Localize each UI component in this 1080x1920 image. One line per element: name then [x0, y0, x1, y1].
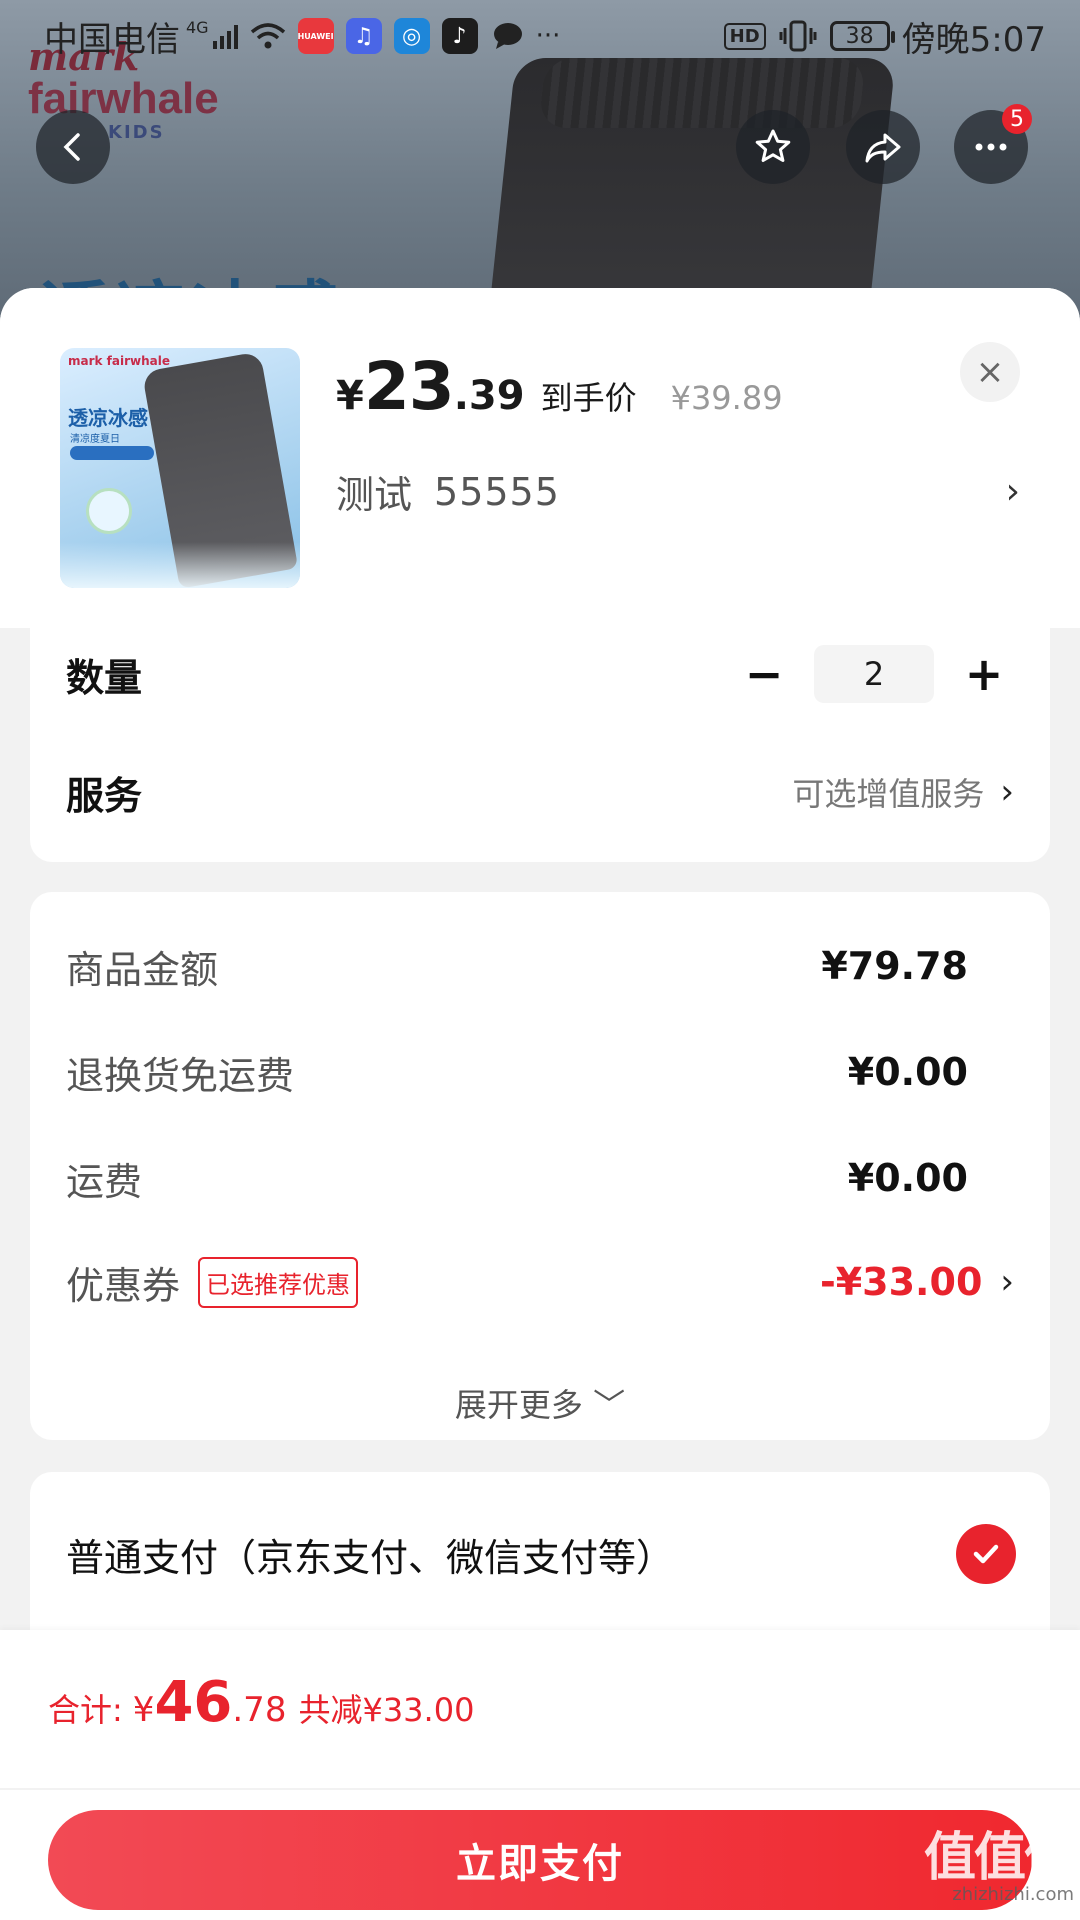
close-button[interactable]: × [960, 342, 1020, 402]
thumbnail-subtitle: 清凉度夏日 [70, 434, 120, 445]
chevron-right-icon: › [1000, 1262, 1014, 1302]
sku-selector[interactable]: 测试 55555 › [336, 464, 1020, 519]
watermark-logo: 值值值 [923, 1828, 1076, 1888]
coupon-label: 优惠券 [66, 1263, 181, 1308]
decrease-button[interactable]: − [734, 647, 794, 701]
checkmark-icon[interactable] [956, 1524, 1016, 1584]
battery-level: 38 [845, 23, 874, 49]
original-price: ¥39.89 [670, 379, 783, 417]
price-currency: ¥ [336, 373, 364, 419]
shipping-row: 运费 ¥0.00 [66, 1148, 1014, 1208]
quantity-service-card: 数量 − 2 + 服务 可选增值服务 › [30, 626, 1050, 862]
chevron-right-icon: › [1000, 772, 1014, 812]
quantity-input[interactable]: 2 [814, 645, 934, 703]
goods-amount-label: 商品金额 [66, 947, 219, 992]
checkout-footer: 合计: ¥ 46 .78 共减¥33.00 立即支付 [0, 1630, 1080, 1920]
music-app-icon: ♫ [345, 18, 382, 54]
price-tag: 到手价 [540, 379, 637, 417]
expand-more-button[interactable]: 展开更多 ﹀ [30, 1380, 1050, 1426]
total-currency: ¥ [132, 1690, 155, 1730]
sku-option-a: 测试 [336, 473, 413, 517]
leaf-icon [86, 488, 132, 534]
sheet-header: mark fairwhale 透凉冰感 清凉度夏日 ¥ 23 .39 到手价 ¥… [0, 288, 1080, 628]
logo-text-kids: KIDS [108, 122, 165, 143]
watermark: 值值值 zhizhizhi.com [923, 1828, 1076, 1905]
star-icon [755, 129, 791, 162]
wifi-icon [250, 22, 286, 50]
huawei-app-icon: HUAWEI [298, 18, 334, 54]
divider [0, 1788, 1080, 1790]
product-thumbnail[interactable]: mark fairwhale 透凉冰感 清凉度夏日 [60, 348, 300, 588]
browser-app-icon: ◎ [393, 18, 430, 54]
goods-amount-row: 商品金额 ¥79.78 [66, 936, 1014, 996]
status-bar: 中国电信 4G HUAWEI ♫ ◎ ♪ ··· HD 38 傍晚5:07 [0, 0, 1080, 72]
service-label: 服务 [66, 773, 143, 818]
total-label: 合计: [48, 1691, 123, 1729]
payment-option-normal[interactable]: 普通支付（京东支付、微信支付等） [66, 1524, 1016, 1584]
signal-icon [212, 23, 238, 49]
network-type: 4G [186, 17, 209, 37]
favorite-button[interactable] [736, 110, 810, 184]
vibrate-icon [778, 20, 818, 52]
hd-icon: HD [723, 22, 766, 50]
price-row: ¥ 23 .39 到手价 ¥39.89 [336, 348, 783, 425]
chat-bubble-icon [492, 22, 524, 50]
chevron-right-icon: › [1005, 471, 1020, 512]
service-row[interactable]: 服务 可选增值服务 › [66, 754, 1014, 830]
purchase-sheet: mark fairwhale 透凉冰感 清凉度夏日 ¥ 23 .39 到手价 ¥… [0, 288, 1080, 1920]
price-integer: 23 [363, 348, 455, 425]
more-menu-button[interactable]: 5 [954, 104, 1032, 184]
increase-button[interactable]: + [954, 647, 1014, 701]
thumbnail-tag [70, 446, 154, 460]
payment-option-label: 普通支付（京东支付、微信支付等） [66, 1535, 675, 1580]
goods-amount-value: ¥79.78 [821, 944, 968, 988]
share-button[interactable] [846, 110, 920, 184]
quantity-label: 数量 [66, 655, 143, 700]
thumbnail-title: 透凉冰感 [68, 406, 148, 430]
shipping-value: ¥0.00 [847, 1156, 968, 1200]
shipping-label: 运费 [66, 1159, 143, 1204]
total-row: 合计: ¥ 46 .78 共减¥33.00 [48, 1670, 474, 1735]
chevron-left-icon [63, 133, 80, 161]
more-dots-icon [975, 143, 1007, 151]
tiktok-app-icon: ♪ [441, 18, 478, 54]
price-decimal: .39 [453, 373, 525, 419]
sku-option-b: 55555 [434, 469, 560, 514]
back-button[interactable] [36, 110, 110, 184]
carrier-name: 中国电信 [44, 19, 180, 60]
return-shipping-label: 退换货免运费 [66, 1053, 295, 1098]
total-decimal: .78 [232, 1690, 287, 1730]
return-shipping-row: 退换货免运费 ¥0.00 [66, 1042, 1014, 1102]
more-notifications: ··· [535, 21, 561, 51]
battery-icon: 38 [829, 21, 895, 51]
coupon-value: -¥33.00 [819, 1260, 983, 1304]
coupon-status-badge: 已选推荐优惠 [198, 1256, 359, 1308]
total-integer: 46 [154, 1670, 233, 1735]
return-shipping-value: ¥0.00 [847, 1050, 968, 1094]
close-icon: × [975, 352, 1005, 392]
fee-breakdown-card: 商品金额 ¥79.78 退换货免运费 ¥0.00 运费 ¥0.00 优惠券 已选… [30, 892, 1050, 1440]
coupon-row[interactable]: 优惠券 已选推荐优惠 -¥33.00 › [66, 1252, 1014, 1312]
quantity-row: 数量 − 2 + [66, 636, 1014, 712]
pay-now-button[interactable]: 立即支付 [48, 1810, 1032, 1910]
total-reduction: 共减¥33.00 [298, 1691, 475, 1729]
thumbnail-ice [60, 542, 300, 588]
quantity-stepper: − 2 + [734, 645, 1014, 703]
thumbnail-logo: mark fairwhale [68, 354, 171, 368]
share-arrow-icon [865, 133, 901, 163]
message-count-badge: 5 [1002, 104, 1032, 134]
status-right: HD 38 傍晚5:07 [723, 12, 1046, 61]
service-value: 可选增值服务 [792, 775, 985, 813]
clock: 傍晚5:07 [901, 19, 1046, 60]
